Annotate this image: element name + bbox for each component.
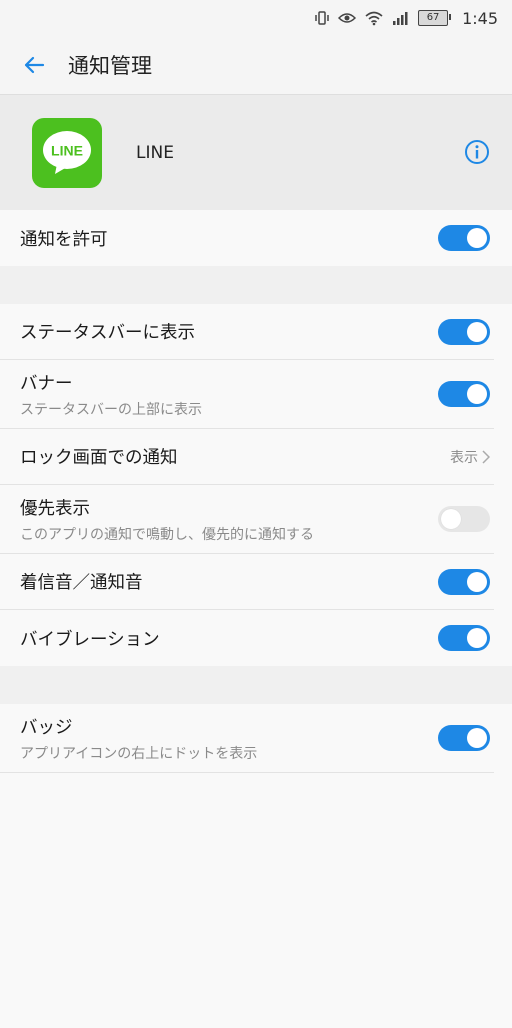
badge-label: バッジ [20, 717, 73, 738]
status-bar-display-row[interactable]: ステータスバーに表示 [0, 304, 494, 360]
wifi-icon [364, 10, 384, 26]
chevron-right-icon [482, 449, 490, 464]
info-button[interactable] [464, 139, 490, 165]
vibration-toggle[interactable] [438, 625, 490, 651]
badge-toggle[interactable] [438, 725, 490, 751]
lock-screen-value-text: 表示 [450, 449, 478, 466]
settings-section: ステータスバーに表示 バナー ステータスバーの上部に表示 ロック画面での通知 表… [0, 304, 512, 666]
back-arrow-icon [24, 56, 45, 74]
priority-label: 優先表示 [20, 498, 90, 519]
line-logo-text: LINE [51, 142, 83, 158]
status-bar-display-label: ステータスバーに表示 [20, 323, 195, 343]
lock-screen-value[interactable]: 表示 [450, 447, 490, 467]
page-title: 通知管理 [68, 54, 152, 78]
battery-icon: 67 [418, 10, 452, 26]
app-bar: 通知管理 [0, 36, 512, 95]
priority-sublabel: このアプリの通知で鳴動し、優先的に通知する [20, 526, 314, 543]
badge-sublabel: アプリアイコンの右上にドットを表示 [20, 745, 258, 762]
badge-section: バッジ アプリアイコンの右上にドットを表示 [0, 704, 512, 1028]
priority-row[interactable]: 優先表示 このアプリの通知で鳴動し、優先的に通知する [0, 485, 494, 554]
banner-toggle[interactable] [438, 381, 490, 407]
app-name: LINE [136, 142, 174, 163]
allow-notifications-toggle[interactable] [438, 225, 490, 251]
back-button[interactable] [0, 36, 68, 94]
allow-notifications-label: 通知を許可 [20, 229, 108, 250]
banner-sublabel: ステータスバーの上部に表示 [20, 401, 202, 418]
lock-screen-row[interactable]: ロック画面での通知 表示 [0, 429, 494, 485]
ringtone-toggle[interactable] [438, 568, 490, 595]
status-bar-display-toggle[interactable] [438, 318, 490, 345]
vibrate-icon [314, 10, 330, 26]
eye-icon [338, 11, 357, 25]
badge-row[interactable]: バッジ アプリアイコンの右上にドットを表示 [0, 704, 494, 773]
signal-icon [392, 11, 410, 25]
vibration-label: バイブレーション [20, 629, 160, 650]
status-bar: 67 1:45 [0, 0, 512, 36]
info-icon [465, 140, 489, 164]
vibration-row[interactable]: バイブレーション [0, 610, 494, 666]
allow-section: 通知を許可 [0, 210, 512, 266]
allow-notifications-row[interactable]: 通知を許可 [0, 210, 494, 266]
app-header: LINE LINE [0, 95, 512, 210]
priority-toggle[interactable] [438, 506, 490, 532]
banner-row[interactable]: バナー ステータスバーの上部に表示 [0, 360, 494, 429]
section-divider [0, 666, 512, 704]
ringtone-row[interactable]: 着信音／通知音 [0, 554, 494, 610]
section-divider [0, 266, 512, 304]
banner-label: バナー [20, 373, 73, 394]
lock-screen-label: ロック画面での通知 [20, 448, 178, 468]
empty-area [0, 773, 512, 1028]
ringtone-label: 着信音／通知音 [20, 573, 143, 593]
line-app-icon: LINE [32, 117, 102, 188]
clock: 1:45 [462, 8, 498, 28]
